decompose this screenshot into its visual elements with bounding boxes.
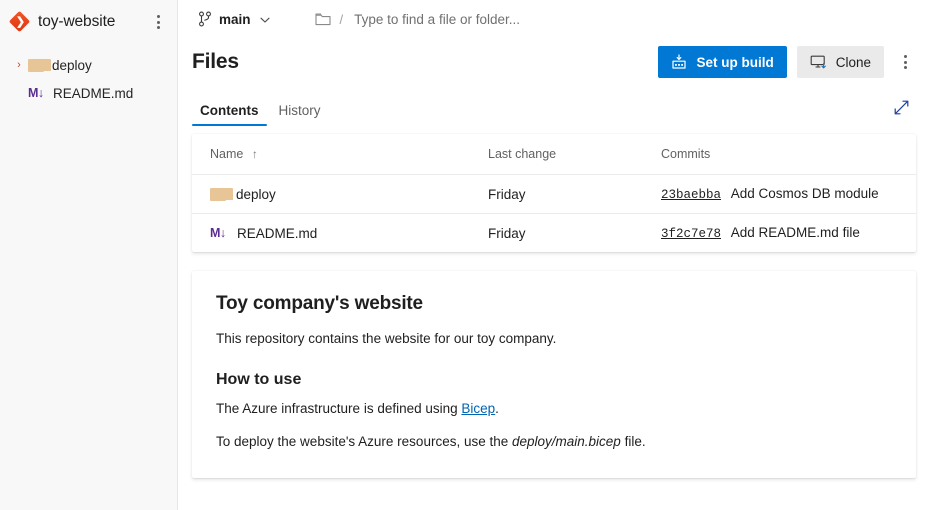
readme-bicep-suffix: . bbox=[495, 400, 499, 416]
cell-commit: 23baebba Add Cosmos DB module bbox=[643, 174, 916, 214]
readme-intro: This repository contains the website for… bbox=[216, 331, 557, 346]
branch-icon bbox=[198, 11, 212, 27]
clone-label: Clone bbox=[835, 54, 871, 70]
clone-button[interactable]: Clone bbox=[796, 46, 884, 78]
readme-deploy-path: deploy/main.bicep bbox=[512, 434, 621, 450]
branch-name: main bbox=[219, 11, 251, 27]
set-up-build-button[interactable]: Set up build bbox=[658, 46, 787, 78]
tree-item-label: README.md bbox=[53, 85, 134, 101]
markdown-icon: M↓ bbox=[28, 86, 44, 100]
readme-deploy-line: To deploy the website's Azure resources,… bbox=[216, 432, 892, 452]
folder-outline-icon bbox=[314, 12, 331, 26]
commit-hash-link[interactable]: 23baebba bbox=[661, 188, 721, 202]
readme-subheading: How to use bbox=[216, 370, 302, 388]
files-tabs: Contents History bbox=[178, 86, 932, 126]
main-panel: main / Files bbox=[178, 0, 932, 510]
repo-files-page: ❯ toy-website › deploy M↓ README.md main… bbox=[0, 0, 932, 510]
tree-item-readme[interactable]: M↓ README.md bbox=[0, 79, 177, 107]
column-header-commits[interactable]: Commits bbox=[643, 134, 916, 175]
table-row[interactable]: deploy Friday 23baebba Add Cosmos DB mod… bbox=[192, 174, 916, 214]
repo-sidebar: ❯ toy-website › deploy M↓ README.md bbox=[0, 0, 178, 510]
readme-bicep-prefix: The Azure infrastructure is defined usin… bbox=[216, 400, 462, 416]
tab-history-label: History bbox=[278, 102, 321, 118]
markdown-icon: M↓ bbox=[210, 226, 226, 240]
commit-message: Add README.md file bbox=[730, 225, 860, 240]
tree-item-deploy[interactable]: › deploy bbox=[0, 51, 177, 79]
chevron-right-icon[interactable]: › bbox=[10, 59, 28, 71]
commit-message: Add Cosmos DB module bbox=[730, 186, 879, 201]
file-name-link[interactable]: README.md bbox=[237, 226, 317, 241]
table-row[interactable]: M↓ README.md Friday 3f2c7e78 Add README.… bbox=[192, 214, 916, 253]
cell-name: M↓ README.md bbox=[192, 214, 470, 253]
tab-contents[interactable]: Contents bbox=[192, 102, 267, 127]
cell-last-change: Friday bbox=[470, 174, 643, 214]
readme-deploy-prefix: To deploy the website's Azure resources,… bbox=[216, 434, 512, 450]
bicep-link[interactable]: Bicep bbox=[461, 401, 495, 416]
repo-header: ❯ toy-website bbox=[0, 3, 177, 41]
tab-contents-label: Contents bbox=[200, 102, 259, 118]
chevron-down-icon bbox=[259, 13, 271, 25]
path-separator: / bbox=[339, 11, 344, 27]
tree-item-label: deploy bbox=[52, 57, 92, 73]
page-title: Files bbox=[192, 50, 239, 73]
readme-deploy-suffix: file. bbox=[620, 434, 646, 450]
column-header-name-label: Name bbox=[210, 147, 244, 161]
cell-name: deploy bbox=[192, 174, 470, 214]
folder-icon bbox=[28, 58, 51, 72]
page-header: Files Set up build Clone bbox=[178, 38, 932, 86]
column-header-name[interactable]: Name ↑ bbox=[192, 134, 470, 175]
expand-diagonal-icon[interactable] bbox=[886, 92, 916, 122]
column-header-last-change[interactable]: Last change bbox=[470, 134, 643, 175]
sort-ascending-icon: ↑ bbox=[251, 147, 258, 161]
files-table: Name ↑ Last change Commits deploy Friday… bbox=[192, 134, 916, 252]
search-input[interactable] bbox=[354, 11, 795, 27]
header-actions: Set up build Clone bbox=[658, 46, 916, 78]
folder-icon bbox=[210, 187, 233, 201]
repo-toolbar: main / bbox=[178, 0, 932, 38]
cell-commit: 3f2c7e78 Add README.md file bbox=[643, 214, 916, 253]
files-content: Name ↑ Last change Commits deploy Friday… bbox=[178, 126, 932, 478]
readme-heading: Toy company's website bbox=[216, 293, 423, 314]
table-header-row: Name ↑ Last change Commits bbox=[192, 134, 916, 175]
sidebar-more-actions-button[interactable] bbox=[147, 9, 169, 35]
cell-last-change: Friday bbox=[488, 225, 526, 241]
set-up-build-label: Set up build bbox=[696, 54, 774, 70]
build-factory-icon bbox=[671, 54, 687, 70]
branch-picker[interactable]: main bbox=[192, 5, 277, 33]
file-name-link[interactable]: deploy bbox=[236, 187, 276, 202]
files-table-card: Name ↑ Last change Commits deploy Friday… bbox=[192, 134, 916, 252]
file-path-search: / bbox=[314, 5, 916, 33]
repo-name: toy-website bbox=[38, 13, 116, 30]
tab-history[interactable]: History bbox=[271, 102, 329, 127]
clone-monitor-icon bbox=[810, 54, 827, 70]
repo-file-tree: › deploy M↓ README.md bbox=[0, 51, 177, 107]
header-more-actions-button[interactable] bbox=[894, 49, 916, 75]
commit-hash-link[interactable]: 3f2c7e78 bbox=[661, 227, 721, 241]
azure-repos-diamond-icon: ❯ bbox=[8, 10, 31, 33]
readme-bicep-line: The Azure infrastructure is defined usin… bbox=[216, 399, 892, 419]
readme-preview-card: Toy company's website This repository co… bbox=[192, 271, 916, 478]
